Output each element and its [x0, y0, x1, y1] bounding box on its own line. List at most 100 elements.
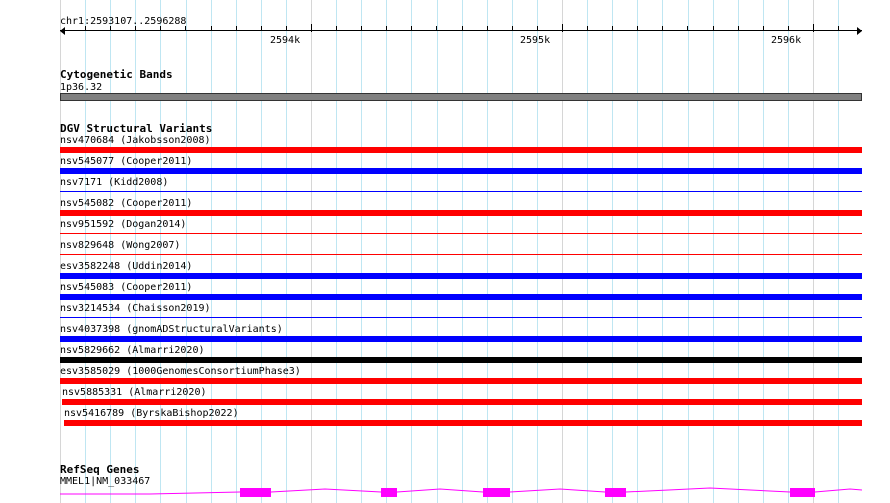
- grid-line: [537, 0, 538, 503]
- dgv-feature-label: esv3585029 (1000GenomesConsortiumPhase3): [60, 366, 301, 377]
- ruler-tick: [537, 26, 538, 31]
- exon-block[interactable]: [790, 488, 815, 497]
- dgv-feature-label: nsv545077 (Cooper2011): [60, 156, 193, 167]
- ruler-right-arrow-icon[interactable]: [857, 27, 862, 35]
- dgv-feature-bar[interactable]: [60, 378, 862, 384]
- dgv-feature-bar[interactable]: [60, 210, 862, 216]
- dgv-feature-label: nsv5829662 (Almarri2020): [60, 345, 205, 356]
- cytoband-bar[interactable]: [60, 93, 862, 101]
- dgv-feature-label: nsv951592 (Dogan2014): [60, 219, 187, 230]
- dgv-feature-label: nsv3214534 (Chaisson2019): [60, 303, 211, 314]
- dgv-feature-bar[interactable]: [60, 147, 862, 153]
- grid-line: [186, 0, 187, 503]
- ruler-tick: [487, 26, 488, 31]
- dgv-feature-label: esv3582248 (Uddin2014): [60, 261, 193, 272]
- grid-line: [788, 0, 789, 503]
- grid-line: [236, 0, 237, 503]
- dgv-feature-bar[interactable]: [60, 336, 862, 342]
- dgv-feature-bar[interactable]: [60, 357, 862, 363]
- ruler-tick-label: 2594k: [270, 35, 301, 46]
- ruler-tick: [612, 26, 613, 31]
- ruler-tick: [788, 26, 789, 31]
- cytoband-track-title[interactable]: Cytogenetic Bands: [60, 69, 173, 81]
- dgv-feature-bar[interactable]: [60, 254, 862, 255]
- grid-line: [612, 0, 613, 503]
- dgv-feature-bar[interactable]: [60, 317, 862, 318]
- ruler-left-arrow-icon[interactable]: [60, 27, 65, 35]
- grid-line: [286, 0, 287, 503]
- dgv-feature-bar[interactable]: [64, 420, 862, 426]
- exon-block[interactable]: [483, 488, 510, 497]
- ruler-tick: [587, 26, 588, 31]
- ruler-tick: [462, 26, 463, 31]
- ruler-tick: [286, 26, 287, 31]
- ruler-tick: [738, 26, 739, 31]
- ruler-tick: [662, 26, 663, 31]
- ruler-tick: [687, 26, 688, 31]
- ruler-tick: [261, 26, 262, 31]
- grid-line: [261, 0, 262, 503]
- ruler-tick: [838, 26, 839, 31]
- exon-block[interactable]: [240, 488, 271, 497]
- gene-model[interactable]: [60, 482, 862, 503]
- ruler-tick: [135, 26, 136, 31]
- grid-line: [311, 0, 312, 503]
- ruler-tick: [386, 26, 387, 31]
- grid-line: [738, 0, 739, 503]
- ruler-tick: [236, 26, 237, 31]
- grid-line: [211, 0, 212, 503]
- dgv-feature-label: nsv545082 (Cooper2011): [60, 198, 193, 209]
- ruler-tick: [713, 26, 714, 31]
- ruler-tick: [311, 24, 312, 32]
- grid-line: [688, 0, 689, 503]
- ruler-tick-label: 2595k: [520, 35, 551, 46]
- dgv-feature-label: nsv829648 (Wong2007): [60, 240, 181, 251]
- exon-block[interactable]: [381, 488, 397, 497]
- dgv-feature-bar[interactable]: [62, 399, 862, 405]
- ruler-axis[interactable]: [60, 30, 862, 31]
- grid-line: [512, 0, 513, 503]
- ruler-tick: [512, 26, 513, 31]
- cytoband-label: 1p36.32: [60, 82, 103, 93]
- dgv-feature-bar[interactable]: [60, 191, 862, 192]
- gene-label: MMEL1|NM_033467: [60, 476, 151, 487]
- grid-line: [562, 0, 563, 503]
- ruler-position-label: chr1:2593107..2596288: [60, 16, 187, 27]
- grid-line: [713, 0, 714, 503]
- dgv-feature-bar[interactable]: [60, 168, 862, 174]
- dgv-feature-bar[interactable]: [60, 273, 862, 279]
- ruler-tick-label: 2596k: [771, 35, 802, 46]
- ruler-tick: [211, 26, 212, 31]
- dgv-feature-label: nsv5416789 (ByrskaBishop2022): [64, 408, 239, 419]
- grid-line: [662, 0, 663, 503]
- ruler-tick: [637, 26, 638, 31]
- dgv-track-title[interactable]: DGV Structural Variants: [60, 123, 212, 135]
- ruler-tick: [160, 26, 161, 31]
- dgv-feature-bar[interactable]: [60, 294, 862, 300]
- ruler-tick: [411, 26, 412, 31]
- ruler-tick: [336, 26, 337, 31]
- grid-line: [386, 0, 387, 503]
- dgv-feature-label: nsv4037398 (gnomADStructuralVariants): [60, 324, 283, 335]
- grid-line: [437, 0, 438, 503]
- dgv-feature-label: nsv5885331 (Almarri2020): [62, 387, 207, 398]
- grid-line: [587, 0, 588, 503]
- grid-line: [813, 0, 814, 503]
- grid-line: [487, 0, 488, 503]
- ruler-tick: [763, 26, 764, 31]
- ruler-tick: [85, 26, 86, 31]
- grid-line: [411, 0, 412, 503]
- ruler-tick: [813, 24, 814, 32]
- intron-line: [60, 487, 862, 495]
- grid-line: [838, 0, 839, 503]
- dgv-feature-bar[interactable]: [60, 233, 862, 234]
- ruler-tick: [110, 26, 111, 31]
- dgv-feature-label: nsv470684 (Jakobsson2008): [60, 135, 211, 146]
- grid-line: [462, 0, 463, 503]
- dgv-feature-label: nsv7171 (Kidd2008): [60, 177, 169, 188]
- grid-line: [336, 0, 337, 503]
- exon-block[interactable]: [605, 488, 626, 497]
- ruler-tick: [185, 26, 186, 31]
- ruler-tick: [562, 24, 563, 32]
- refseq-track-title[interactable]: RefSeq Genes: [60, 464, 139, 476]
